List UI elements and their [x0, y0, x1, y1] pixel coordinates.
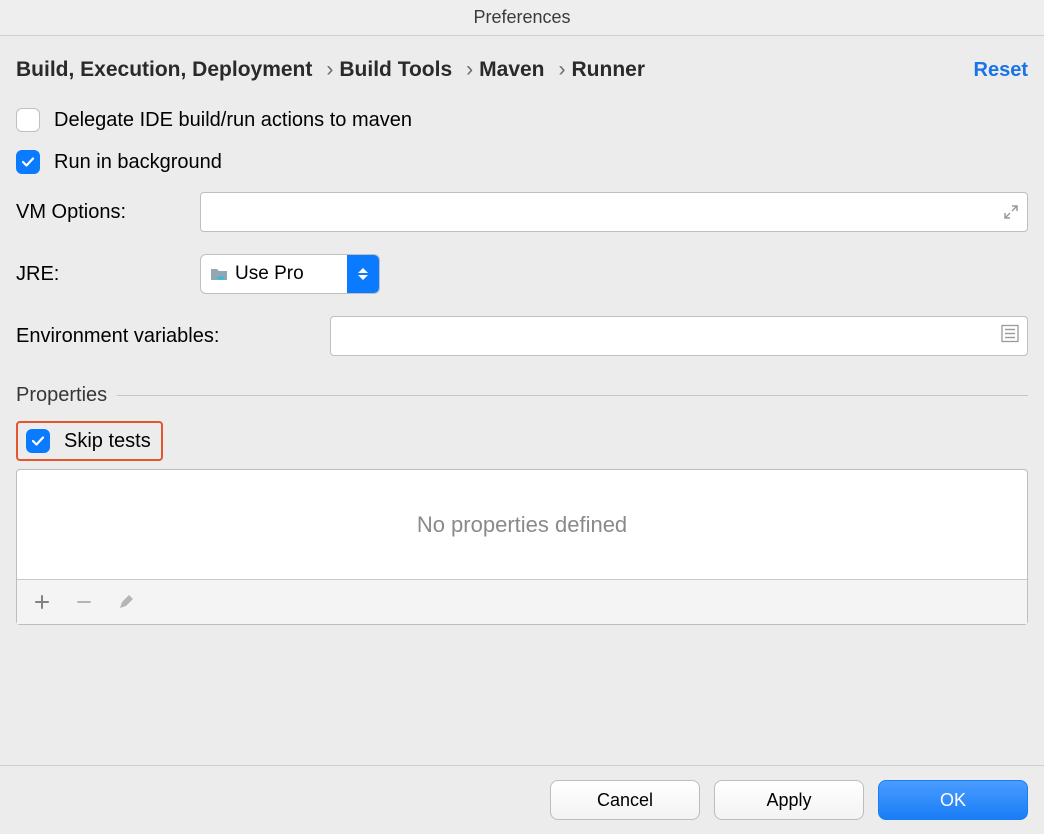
pencil-icon [117, 593, 135, 611]
reset-link[interactable]: Reset [974, 59, 1028, 82]
env-vars-input[interactable] [330, 316, 1028, 356]
run-bg-checkbox-label: Run in background [54, 151, 222, 174]
window-title: Preferences [0, 0, 1044, 36]
chevron-right-icon: › [466, 58, 473, 82]
vm-options-input[interactable] [200, 192, 1028, 232]
properties-toolbar [17, 580, 1027, 624]
jre-row: JRE: Use Pro [16, 254, 1028, 294]
list-icon[interactable] [1001, 325, 1019, 348]
jre-label: JRE: [16, 263, 186, 286]
skip-tests-checkbox[interactable] [26, 429, 50, 453]
delegate-checkbox-label: Delegate IDE build/run actions to maven [54, 109, 412, 132]
env-vars-label: Environment variables: [16, 325, 316, 348]
properties-section-header: Properties [16, 384, 1028, 407]
breadcrumb: Build, Execution, Deployment › Build Too… [16, 58, 653, 82]
run-bg-checkbox-row: Run in background [16, 150, 1028, 174]
remove-button[interactable] [69, 587, 99, 617]
crumb-build-tools[interactable]: Build Tools [339, 58, 452, 82]
jre-dropdown[interactable]: Use Pro [200, 254, 380, 294]
delegate-checkbox-row: Delegate IDE build/run actions to maven [16, 108, 1028, 132]
skip-tests-highlight: Skip tests [16, 421, 163, 461]
skip-tests-label: Skip tests [64, 430, 151, 453]
delegate-checkbox[interactable] [16, 108, 40, 132]
vm-options-label: VM Options: [16, 201, 186, 224]
jre-dropdown-body: Use Pro [201, 263, 347, 285]
properties-section-title: Properties [16, 384, 107, 407]
vm-options-row: VM Options: [16, 192, 1028, 232]
crumb-runner[interactable]: Runner [572, 58, 646, 82]
properties-panel: No properties defined [16, 469, 1028, 625]
env-vars-row: Environment variables: [16, 316, 1028, 356]
dialog-footer: Cancel Apply OK [0, 765, 1044, 834]
run-bg-checkbox[interactable] [16, 150, 40, 174]
jre-dropdown-value: Use Pro [235, 263, 304, 285]
cancel-button[interactable]: Cancel [550, 780, 700, 820]
plus-icon [33, 593, 51, 611]
preferences-content: Build, Execution, Deployment › Build Too… [0, 36, 1044, 765]
edit-button[interactable] [111, 587, 141, 617]
chevron-right-icon: › [559, 58, 566, 82]
ok-button[interactable]: OK [878, 780, 1028, 820]
dropdown-arrows-icon[interactable] [347, 255, 379, 293]
apply-button[interactable]: Apply [714, 780, 864, 820]
add-button[interactable] [27, 587, 57, 617]
crumb-build-execution-deployment[interactable]: Build, Execution, Deployment [16, 58, 312, 82]
crumb-maven[interactable]: Maven [479, 58, 544, 82]
expand-icon[interactable] [1003, 204, 1019, 220]
minus-icon [75, 593, 93, 611]
properties-empty-text: No properties defined [17, 470, 1027, 580]
chevron-right-icon: › [326, 58, 333, 82]
section-divider [117, 395, 1028, 396]
breadcrumb-row: Build, Execution, Deployment › Build Too… [16, 58, 1028, 82]
folder-icon [209, 264, 229, 284]
